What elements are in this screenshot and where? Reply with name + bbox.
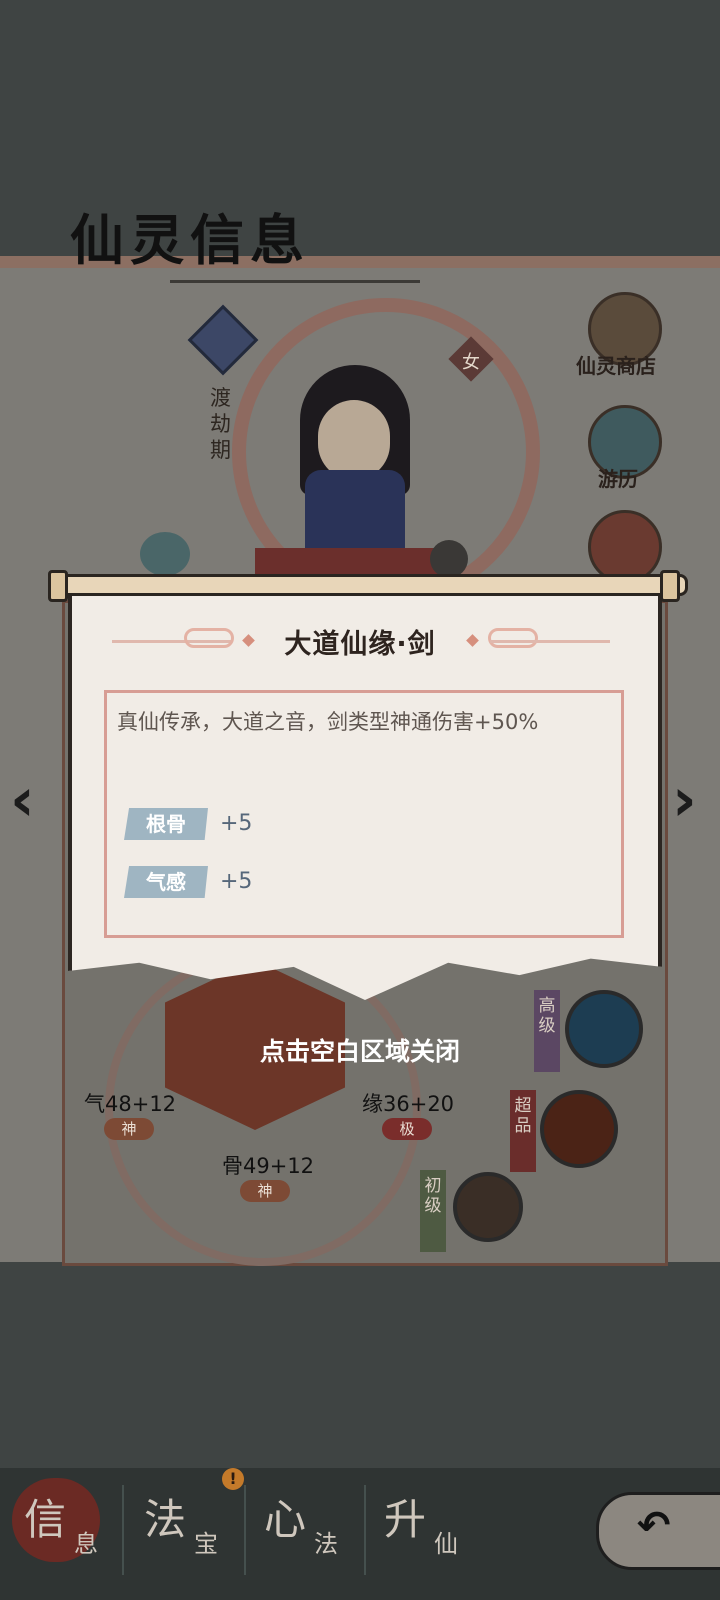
tab-mind[interactable]: 心 法	[246, 1480, 364, 1580]
cloud-right-icon	[488, 628, 538, 648]
stat-qi: 气48+12	[84, 1092, 177, 1116]
tab-treasure-small: 宝	[194, 1530, 218, 1558]
scroll-rod-end-right	[660, 570, 680, 602]
tier-ribbon-super: 超品	[510, 1090, 536, 1172]
tab-mind-big: 心	[264, 1495, 307, 1544]
tab-ascend-small: 仙	[434, 1530, 458, 1558]
tab-info-small: 息	[74, 1530, 98, 1558]
travel-label: 游历	[598, 467, 638, 491]
tab-treasure[interactable]: 法 宝	[126, 1480, 244, 1580]
back-button[interactable]: ↶	[596, 1492, 720, 1570]
prev-arrow-icon[interactable]: ‹	[10, 765, 35, 835]
tab-ascend-big: 升	[384, 1495, 427, 1544]
tier-ribbon-basic: 初级	[420, 1170, 446, 1252]
stat-gu-grade: 神	[240, 1180, 290, 1202]
scroll-rod-end-left	[48, 570, 68, 602]
tab-ascend[interactable]: 升 仙	[366, 1480, 484, 1580]
stat-qi-grade: 神	[104, 1118, 154, 1140]
attr-value-root-bone: +5	[220, 811, 253, 836]
treasure-alert-badge: !	[222, 1468, 244, 1490]
title-underline	[170, 280, 420, 283]
character-face	[318, 400, 390, 480]
tab-info-big: 信	[24, 1495, 67, 1544]
attr-tag-qi-sense: 气感	[124, 866, 208, 898]
flame-orb-icon[interactable]	[540, 1090, 618, 1168]
edit-name-icon[interactable]	[430, 540, 468, 578]
next-arrow-icon[interactable]: ›	[672, 765, 697, 835]
cultivate-button[interactable]	[588, 510, 662, 584]
title-deco-line-right	[490, 640, 610, 643]
stat-yuan: 缘36+20	[362, 1092, 455, 1116]
stat-gu: 骨49+12	[222, 1154, 315, 1178]
back-arrow-icon: ↶	[637, 1503, 671, 1549]
gender-label: 女	[462, 352, 480, 373]
nav-divider	[122, 1485, 124, 1575]
attr-value-qi-sense: +5	[220, 869, 253, 894]
pet-icon[interactable]	[140, 532, 190, 576]
character-portrait[interactable]	[305, 470, 405, 550]
mountain-orb-icon[interactable]	[453, 1172, 523, 1242]
popup-title: 大道仙缘·剑	[284, 629, 436, 660]
spirit-shop-label: 仙灵商店	[576, 354, 656, 378]
tab-mind-small: 法	[314, 1530, 338, 1558]
popup-description: 真仙传承，大道之音，剑类型神通伤害+50%	[117, 710, 539, 734]
page-title: 仙灵信息	[70, 208, 310, 272]
scroll-rod	[52, 574, 688, 596]
attr-tag-root-bone: 根骨	[124, 808, 208, 840]
stat-yuan-grade: 极	[382, 1118, 432, 1140]
tab-info[interactable]: 信 息	[6, 1480, 124, 1580]
tab-treasure-big: 法	[144, 1495, 187, 1544]
close-hint[interactable]: 点击空白区域关闭	[0, 1032, 720, 1068]
